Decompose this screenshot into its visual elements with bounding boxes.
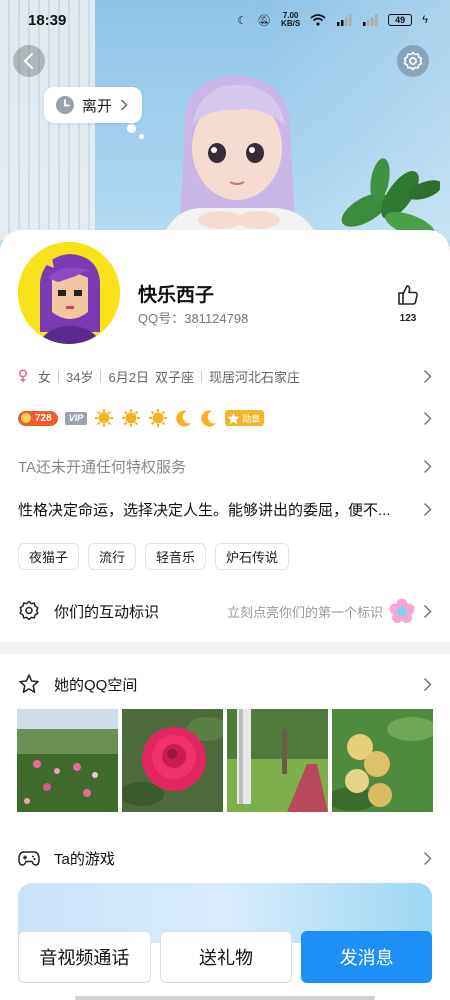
interest-tag[interactable]: 轻音乐 bbox=[145, 543, 207, 570]
online-status-label: 离开 bbox=[82, 97, 113, 115]
age: 34岁 bbox=[66, 369, 94, 385]
level-sun-icon bbox=[95, 409, 114, 427]
chevron-left-icon bbox=[24, 53, 33, 69]
status-bar: 18:39 ☾ 🔕︎ 7.00 KB/S 49 ϟ bbox=[0, 0, 450, 40]
like-button[interactable]: 123 bbox=[394, 284, 422, 324]
chevron-right-icon bbox=[120, 99, 128, 111]
birthday: 6月2日 bbox=[108, 369, 149, 385]
qq-number: QQ号：381124798 bbox=[138, 311, 249, 326]
qzone-photo-fruit[interactable] bbox=[332, 709, 433, 812]
send-gift-button[interactable]: 送礼物 bbox=[159, 931, 293, 983]
thumbs-up-icon bbox=[398, 285, 418, 305]
chevron-right-icon bbox=[423, 502, 432, 516]
level-sun-icon bbox=[149, 409, 168, 427]
privilege-text: TA还未开通任何特权服务 bbox=[18, 458, 187, 476]
medal-badge: 勋章 bbox=[225, 410, 265, 426]
status-time: 18:39 bbox=[28, 11, 67, 29]
zodiac: 双子座 bbox=[154, 369, 194, 385]
charging-icon: ϟ bbox=[422, 14, 428, 26]
chevron-right-icon bbox=[423, 369, 432, 383]
gear-icon bbox=[403, 51, 423, 71]
qzone-photo-garden[interactable] bbox=[17, 709, 118, 812]
video-call-button[interactable]: 音视频通话 bbox=[18, 931, 151, 983]
chevron-right-icon bbox=[423, 604, 432, 618]
medal-label: 勋章 bbox=[242, 413, 261, 424]
interest-tag[interactable]: 炉石传说 bbox=[215, 543, 290, 570]
interaction-mark-row[interactable]: 你们的互动标识 立刻点亮你们的第一个标识 bbox=[18, 598, 432, 624]
games-row[interactable]: Ta的游戏 bbox=[18, 845, 432, 871]
profile-card: 快乐西子 QQ号：381124798 123 女 34岁 6月2日 双子座 现居… bbox=[0, 230, 450, 1000]
pixel-avatar-image bbox=[18, 242, 120, 344]
moon-icon: ☾ bbox=[237, 14, 248, 27]
profile-cover: 18:39 ☾ 🔕︎ 7.00 KB/S 49 ϟ 离开 bbox=[0, 0, 450, 260]
nickname: 快乐西子 bbox=[138, 285, 215, 306]
home-indicator[interactable] bbox=[75, 996, 375, 1000]
qzone-photo-rose[interactable] bbox=[122, 709, 223, 812]
settings-button[interactable] bbox=[397, 45, 429, 77]
wifi-icon bbox=[310, 14, 326, 26]
section-divider bbox=[0, 642, 450, 654]
star-icon bbox=[227, 412, 240, 424]
chevron-right-icon bbox=[423, 851, 432, 865]
chevron-right-icon bbox=[423, 677, 432, 691]
vip-badge: VIP bbox=[64, 411, 88, 425]
gender: 女 bbox=[38, 369, 52, 385]
interest-tags: 夜猫子 流行 轻音乐 炉石传说 bbox=[18, 543, 432, 570]
back-button[interactable] bbox=[13, 45, 45, 77]
profile-header: 快乐西子 QQ号：381124798 123 bbox=[18, 242, 432, 344]
action-bar: 音视频通话 送礼物 发消息 bbox=[18, 931, 433, 983]
mute-bell-icon: 🔕︎ bbox=[257, 14, 272, 27]
interest-tag[interactable]: 流行 bbox=[88, 543, 137, 570]
clock-icon bbox=[56, 96, 74, 114]
net-speed-unit: KB/S bbox=[281, 19, 301, 28]
interaction-hint: 立刻点亮你们的第一个标识 bbox=[226, 604, 383, 620]
qzone-row[interactable]: 她的QQ空间 bbox=[18, 671, 432, 697]
signal-icon-2 bbox=[363, 14, 378, 26]
interest-tag[interactable]: 夜猫子 bbox=[18, 543, 80, 570]
basic-info-row[interactable]: 女 34岁 6月2日 双子座 现居河北石家庄 bbox=[18, 364, 432, 388]
privilege-row[interactable]: TA还未开通任何特权服务 bbox=[18, 453, 432, 479]
like-count: 123 bbox=[399, 313, 417, 324]
qzone-title: 她的QQ空间 bbox=[54, 676, 138, 694]
residence: 现居河北石家庄 bbox=[208, 369, 300, 385]
online-status-bubble[interactable]: 离开 bbox=[44, 87, 145, 139]
badges-row[interactable]: 728 VIP 勋章 bbox=[18, 406, 432, 430]
level-moon-icon bbox=[176, 410, 192, 427]
level-sun-icon bbox=[122, 409, 141, 427]
gamepad-icon bbox=[18, 851, 40, 866]
badge-gear-icon bbox=[19, 600, 39, 621]
signal-icon bbox=[337, 14, 352, 26]
star-outline-icon bbox=[19, 674, 39, 693]
sun-icon bbox=[21, 413, 31, 423]
games-title: Ta的游戏 bbox=[54, 850, 115, 868]
avatar[interactable] bbox=[18, 242, 120, 344]
battery-indicator: 49 bbox=[388, 14, 413, 26]
chevron-right-icon bbox=[423, 411, 432, 425]
level-badge: 728 bbox=[18, 410, 58, 426]
signature-text: 性格决定命运，选择决定人生。能够讲出的委屈，便不... bbox=[18, 501, 391, 519]
chevron-right-icon bbox=[423, 459, 432, 473]
send-message-button[interactable]: 发消息 bbox=[301, 931, 433, 983]
level-moon-icon bbox=[201, 410, 217, 427]
avatar-3d-figure bbox=[160, 75, 320, 245]
interaction-title: 你们的互动标识 bbox=[54, 603, 160, 621]
female-icon bbox=[18, 369, 28, 382]
level-number: 728 bbox=[35, 412, 52, 424]
flower-badge-icon bbox=[389, 598, 415, 623]
qzone-photos bbox=[17, 709, 433, 812]
qzone-photo-park-path[interactable] bbox=[227, 709, 328, 812]
signature-row[interactable]: 性格决定命运，选择决定人生。能够讲出的委屈，便不... bbox=[18, 496, 432, 522]
